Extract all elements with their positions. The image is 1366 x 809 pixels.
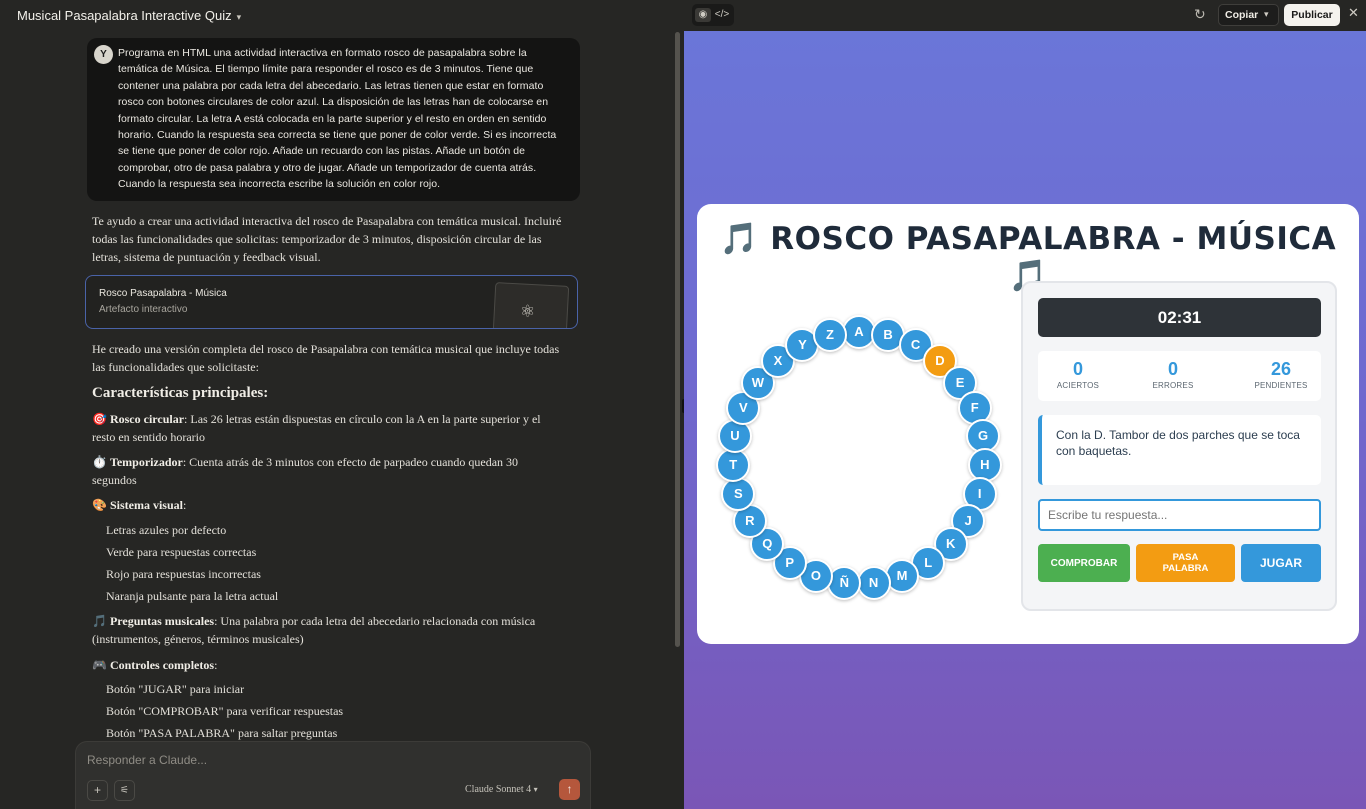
composer: Responder a Claude... + ⚟ Claude Sonnet … <box>75 741 591 809</box>
check-button[interactable]: COMPROBAR <box>1038 544 1130 582</box>
scrollbar[interactable] <box>675 32 680 647</box>
list-item: Botón "JUGAR" para iniciar <box>106 682 245 696</box>
feature-text: : <box>182 498 187 512</box>
chat-title-button[interactable]: Musical Pasapalabra Interactive Quiz ▾ <box>17 8 241 23</box>
features-heading: Características principales: <box>92 385 269 401</box>
answer-input[interactable] <box>1038 499 1321 531</box>
copy-label: Copiar <box>1225 9 1259 21</box>
pass-label: PASA PALABRA <box>1162 552 1209 574</box>
game-card: 🎵 ROSCO PASAPALABRA - MÚSICA 🎵 ABCDEFGHI… <box>697 204 1359 644</box>
rosco-letter-m: M <box>885 559 920 594</box>
copy-button[interactable]: Copiar ▾ <box>1218 4 1279 26</box>
sliders-icon[interactable]: ⚟ <box>114 780 135 801</box>
rosco-letter-z: Z <box>812 318 847 353</box>
feature-title: Controles completos <box>109 658 215 672</box>
timer: 02:31 <box>1038 298 1321 337</box>
user-message-text: Programa en HTML una actividad interacti… <box>118 47 557 191</box>
list-item: Verde para respuestas correctas <box>106 545 257 559</box>
pass-button[interactable]: PASA PALABRA <box>1136 544 1235 582</box>
user-message: Y Programa en HTML una actividad interac… <box>87 38 580 201</box>
feature-visual: 🎨 Sistema visual: <box>92 496 562 514</box>
artifact-panel: ◉ </> ↻ Copiar ▾ Publicar ✕ 🎵 ROSCO PASA… <box>684 0 1366 809</box>
stat-value: 0 <box>1072 359 1083 379</box>
assistant-body: He creado una versión completa del rosco… <box>92 342 560 374</box>
feature-title: Sistema visual <box>109 498 183 512</box>
target-icon: 🎯 <box>92 412 107 426</box>
music-note-icon: 🎵 <box>92 614 107 628</box>
code-icon[interactable]: </> <box>714 8 730 22</box>
feature-title: Preguntas musicales <box>109 614 215 628</box>
view-toggle: ◉ </> <box>692 4 734 26</box>
chat-title-label: Musical Pasapalabra Interactive Quiz <box>17 8 232 23</box>
feature-rosco: 🎯 Rosco circular: Las 26 letras están di… <box>92 410 562 446</box>
stat-wrong: 0 ERRORES <box>1133 359 1213 390</box>
chevron-down-icon: ▾ <box>236 12 242 22</box>
rosco-letter-n: N <box>856 566 891 601</box>
stat-correct: 0 ACIERTOS <box>1038 359 1118 390</box>
eye-icon[interactable]: ◉ <box>695 8 711 22</box>
send-button[interactable]: ↑ <box>559 779 580 800</box>
avatar: Y <box>94 45 113 64</box>
artifact-card[interactable]: Rosco Pasapalabra - Música Artefacto int… <box>85 275 578 329</box>
list-item: Rojo para respuestas incorrectas <box>106 567 261 581</box>
plus-icon[interactable]: + <box>87 780 108 801</box>
feature-title: Temporizador <box>109 455 183 469</box>
publish-button[interactable]: Publicar <box>1284 4 1340 26</box>
refresh-icon[interactable]: ↻ <box>1194 6 1206 23</box>
atom-icon: ⚛ <box>520 302 536 321</box>
chevron-down-icon: ▾ <box>533 785 538 794</box>
chat-header: Musical Pasapalabra Interactive Quiz ▾ <box>0 0 684 30</box>
chevron-down-icon[interactable]: ▾ <box>1264 9 1269 20</box>
stat-label: ACIERTOS <box>1056 381 1100 390</box>
palette-icon: 🎨 <box>92 498 107 512</box>
list-item: Naranja pulsante para la letra actual <box>106 589 279 603</box>
stat-value: 26 <box>1270 359 1292 379</box>
list-item: Botón "PASA PALABRA" para saltar pregunt… <box>106 726 338 740</box>
artifact-toolbar: ◉ </> ↻ Copiar ▾ Publicar ✕ <box>684 0 1366 31</box>
rosco-letter-t: T <box>716 448 751 483</box>
feature-timer: ⏱️ Temporizador: Cuenta atrás de 3 minut… <box>92 453 562 489</box>
arrow-up-icon: ↑ <box>566 782 573 796</box>
stopwatch-icon: ⏱️ <box>92 455 107 469</box>
model-selector[interactable]: Claude Sonnet 4 ▾ <box>465 784 538 795</box>
stats: 0 ACIERTOS 0 ERRORES 26 PENDIENTES <box>1038 351 1321 401</box>
model-label: Claude Sonnet 4 <box>465 784 532 795</box>
stat-pending: 26 PENDIENTES <box>1241 359 1321 390</box>
artifact-title: Rosco Pasapalabra - Música <box>99 288 227 299</box>
feature-controls: 🎮 Controles completos: <box>92 656 562 674</box>
game-panel: 02:31 0 ACIERTOS 0 ERRORES 26 PENDIENTES… <box>1021 281 1337 611</box>
gamepad-icon: 🎮 <box>92 658 107 672</box>
chat-panel: Musical Pasapalabra Interactive Quiz ▾ Y … <box>0 0 684 809</box>
artifact-subtitle: Artefacto interactivo <box>99 304 188 315</box>
stat-label: ERRORES <box>1152 381 1194 390</box>
play-button[interactable]: JUGAR <box>1241 544 1321 582</box>
close-icon[interactable]: ✕ <box>1348 5 1359 21</box>
message-input[interactable]: Responder a Claude... <box>87 753 207 767</box>
stat-label: PENDIENTES <box>1254 381 1308 390</box>
list-item: Letras azules por defecto <box>106 523 227 537</box>
feature-title: Rosco circular <box>109 412 185 426</box>
list-item: Botón "COMPROBAR" para verificar respues… <box>106 704 344 718</box>
feature-text: : <box>214 658 218 672</box>
assistant-intro: Te ayudo a crear una actividad interacti… <box>92 214 562 264</box>
stat-value: 0 <box>1167 359 1178 379</box>
question-box: Con la D. Tambor de dos parches que se t… <box>1038 415 1321 485</box>
feature-questions: 🎵 Preguntas musicales: Una palabra por c… <box>92 612 562 648</box>
